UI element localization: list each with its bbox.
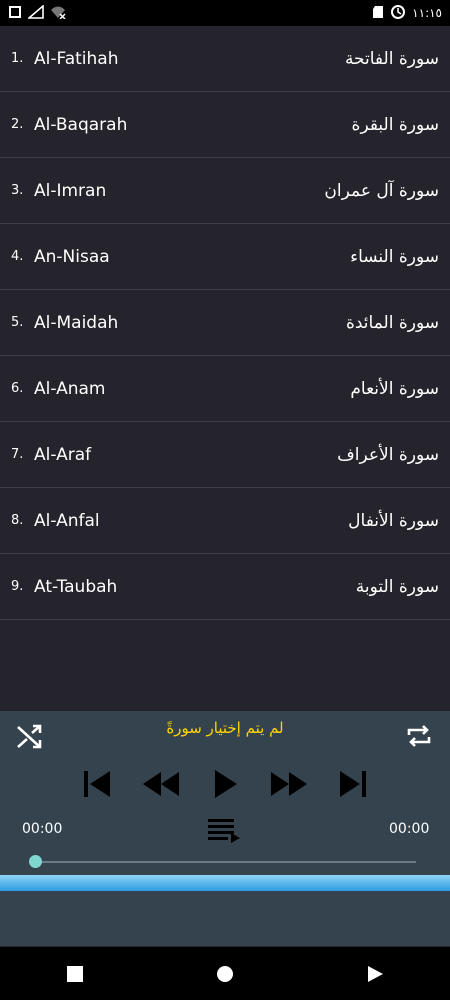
playlist-button[interactable] xyxy=(206,815,242,843)
play-button[interactable] xyxy=(204,763,246,805)
navigation-bar xyxy=(0,947,450,1000)
seek-thumb[interactable] xyxy=(29,855,42,868)
play-icon xyxy=(215,770,237,798)
skip-next-icon xyxy=(340,771,366,797)
total-time: 00:00 xyxy=(389,821,430,837)
home-button[interactable] xyxy=(205,954,245,994)
audio-player: لم يتم إختيار سورةً 00:00 00:00 xyxy=(0,711,450,946)
item-arabic-name: سورة النساء xyxy=(350,246,439,267)
repeat-icon xyxy=(407,725,431,747)
skip-previous-button[interactable] xyxy=(76,763,118,805)
notification-icon xyxy=(8,5,22,22)
item-english-name: An-Nisaa xyxy=(34,246,110,267)
item-english-name: Al-Imran xyxy=(34,180,107,201)
item-english-name: Al-Maidah xyxy=(34,312,119,333)
item-arabic-name: سورة البقرة xyxy=(351,114,439,135)
recents-icon xyxy=(67,965,83,982)
item-number: 4. xyxy=(11,249,24,264)
item-english-name: At-Taubah xyxy=(34,576,118,597)
signal-icon xyxy=(26,3,44,22)
status-right-icons: ١١:١٥ xyxy=(372,4,442,23)
item-number: 6. xyxy=(11,381,24,396)
item-number: 3. xyxy=(11,183,24,198)
recents-button[interactable] xyxy=(55,954,95,994)
item-number: 9. xyxy=(11,579,24,594)
item-arabic-name: سورة المائدة xyxy=(345,312,439,333)
item-arabic-name: سورة الأنفال xyxy=(348,510,439,531)
list-item[interactable]: 2. Al-Baqarah سورة البقرة xyxy=(0,92,450,158)
item-arabic-name: سورة الفاتحة xyxy=(344,48,439,69)
item-number: 1. xyxy=(11,51,24,66)
item-arabic-name: سورة الأنعام xyxy=(350,378,439,399)
surah-list: 1. Al-Fatihah سورة الفاتحة 2. Al-Baqarah س… xyxy=(0,26,450,620)
skip-previous-icon xyxy=(84,771,110,797)
list-item[interactable]: 4. An-Nisaa سورة النساء xyxy=(0,224,450,290)
status-bar: ١١:١٥ xyxy=(0,0,450,26)
sd-card-icon xyxy=(372,5,384,22)
list-item[interactable]: 9. At-Taubah سورة التوبة xyxy=(0,554,450,620)
back-icon xyxy=(368,965,383,982)
item-number: 7. xyxy=(11,447,24,462)
item-number: 5. xyxy=(11,315,24,330)
home-icon xyxy=(217,965,233,982)
item-english-name: Al-Baqarah xyxy=(34,114,128,135)
list-item[interactable]: 1. Al-Fatihah سورة الفاتحة xyxy=(0,26,450,92)
wifi-off-icon xyxy=(50,5,66,22)
playlist-icon xyxy=(208,819,240,843)
item-arabic-name: سورة التوبة xyxy=(355,576,439,597)
current-time: 00:00 xyxy=(22,821,63,837)
fast-forward-button[interactable] xyxy=(268,763,310,805)
rewind-button[interactable] xyxy=(140,763,182,805)
back-button[interactable] xyxy=(355,954,395,994)
rewind-icon xyxy=(143,772,179,796)
seek-bar[interactable] xyxy=(36,861,416,863)
item-number: 8. xyxy=(11,513,24,528)
item-english-name: Al-Anfal xyxy=(34,510,100,531)
repeat-button[interactable] xyxy=(404,721,434,751)
item-english-name: Al-Fatihah xyxy=(34,48,119,69)
item-arabic-name: سورة الأعراف xyxy=(337,444,439,465)
now-playing-title: لم يتم إختيار سورةً xyxy=(166,719,284,737)
data-saver-icon xyxy=(390,4,406,23)
list-item[interactable]: 6. Al-Anam سورة الأنعام xyxy=(0,356,450,422)
loading-progress-bar xyxy=(0,875,450,891)
item-english-name: Al-Anam xyxy=(34,378,106,399)
list-item[interactable]: 7. Al-Araf سورة الأعراف xyxy=(0,422,450,488)
fast-forward-icon xyxy=(271,772,307,796)
status-left-icons xyxy=(8,3,66,22)
item-number: 2. xyxy=(11,117,24,132)
playback-controls xyxy=(0,763,450,805)
item-arabic-name: سورة آل عمران xyxy=(324,180,439,201)
item-english-name: Al-Araf xyxy=(34,444,92,465)
skip-next-button[interactable] xyxy=(332,763,374,805)
list-item[interactable]: 3. Al-Imran سورة آل عمران xyxy=(0,158,450,224)
list-item[interactable]: 5. Al-Maidah سورة المائدة xyxy=(0,290,450,356)
list-item[interactable]: 8. Al-Anfal سورة الأنفال xyxy=(0,488,450,554)
status-time: ١١:١٥ xyxy=(412,6,442,20)
